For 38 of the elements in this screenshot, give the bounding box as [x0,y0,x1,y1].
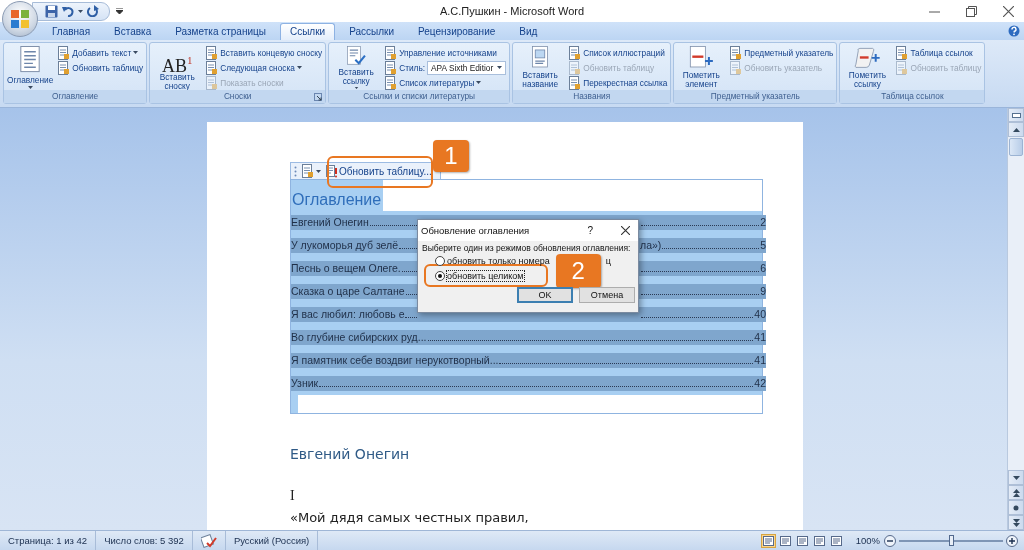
toc-page-number: 41 [754,353,766,368]
radio-label: ц [605,255,611,266]
dialog-prompt: Выберите один из режимов обновления оглавления: [421,243,632,254]
toc-entry-title: Я вас любил: любовь е [291,307,405,322]
footnote-icon: AB$^{1}$ [161,48,193,72]
style-label: Стиль: [399,62,426,73]
group-label: Сноски [223,91,252,101]
toc-entry-title: Узник [291,376,319,391]
dialog-title: Обновление оглавления [421,225,531,236]
group-label: Таблица ссылок [881,91,944,101]
word-count: Число слов: 5 392 [96,530,193,550]
step-badge: 2 [555,254,601,288]
toc-entry-title: Евгений Онегин [291,215,369,230]
chapter-numeral: I [290,488,296,504]
document-heading: Евгений Онегин [290,446,411,464]
toc-page-number: 40 [754,307,766,322]
group-label: Названия [573,91,611,101]
group-label: Ссылки и списки литературы [363,91,476,101]
page-count: Страница: 1 из 42 [0,530,97,550]
toc-page-number: 9 [760,284,766,299]
zoom-level: 100% [854,535,881,546]
toc-page-number: 5 [760,238,766,253]
toc-entry-title: У лукоморья дуб зелё [291,238,399,253]
group-label: Оглавление [51,91,99,101]
toc-entry-title: Во глубине сибирских руд... [291,330,427,345]
toc-page-number: 42 [754,376,766,391]
window-title: А.С.Пушкин - Microsoft Word [439,5,585,17]
toc-entry-title: ла») [640,238,662,253]
verse-line: «Мой дядя самых честных правил, [290,510,530,525]
group-label: Предметный указатель [710,91,800,101]
toc-entry-title: Сказка о царе Салтане [291,284,405,299]
toc-page-number: 2 [760,215,766,230]
step-badge: 1 [433,140,469,172]
toc-entry-title: Песнь о вещем Олеге. [291,261,401,276]
toc-entry-title: Я памятник себе воздвиг нерукотворный... [291,353,499,368]
toc-page-number: 6 [760,261,766,276]
toc-heading: Оглавление [291,180,384,211]
toc-page-number: 41 [754,330,766,345]
